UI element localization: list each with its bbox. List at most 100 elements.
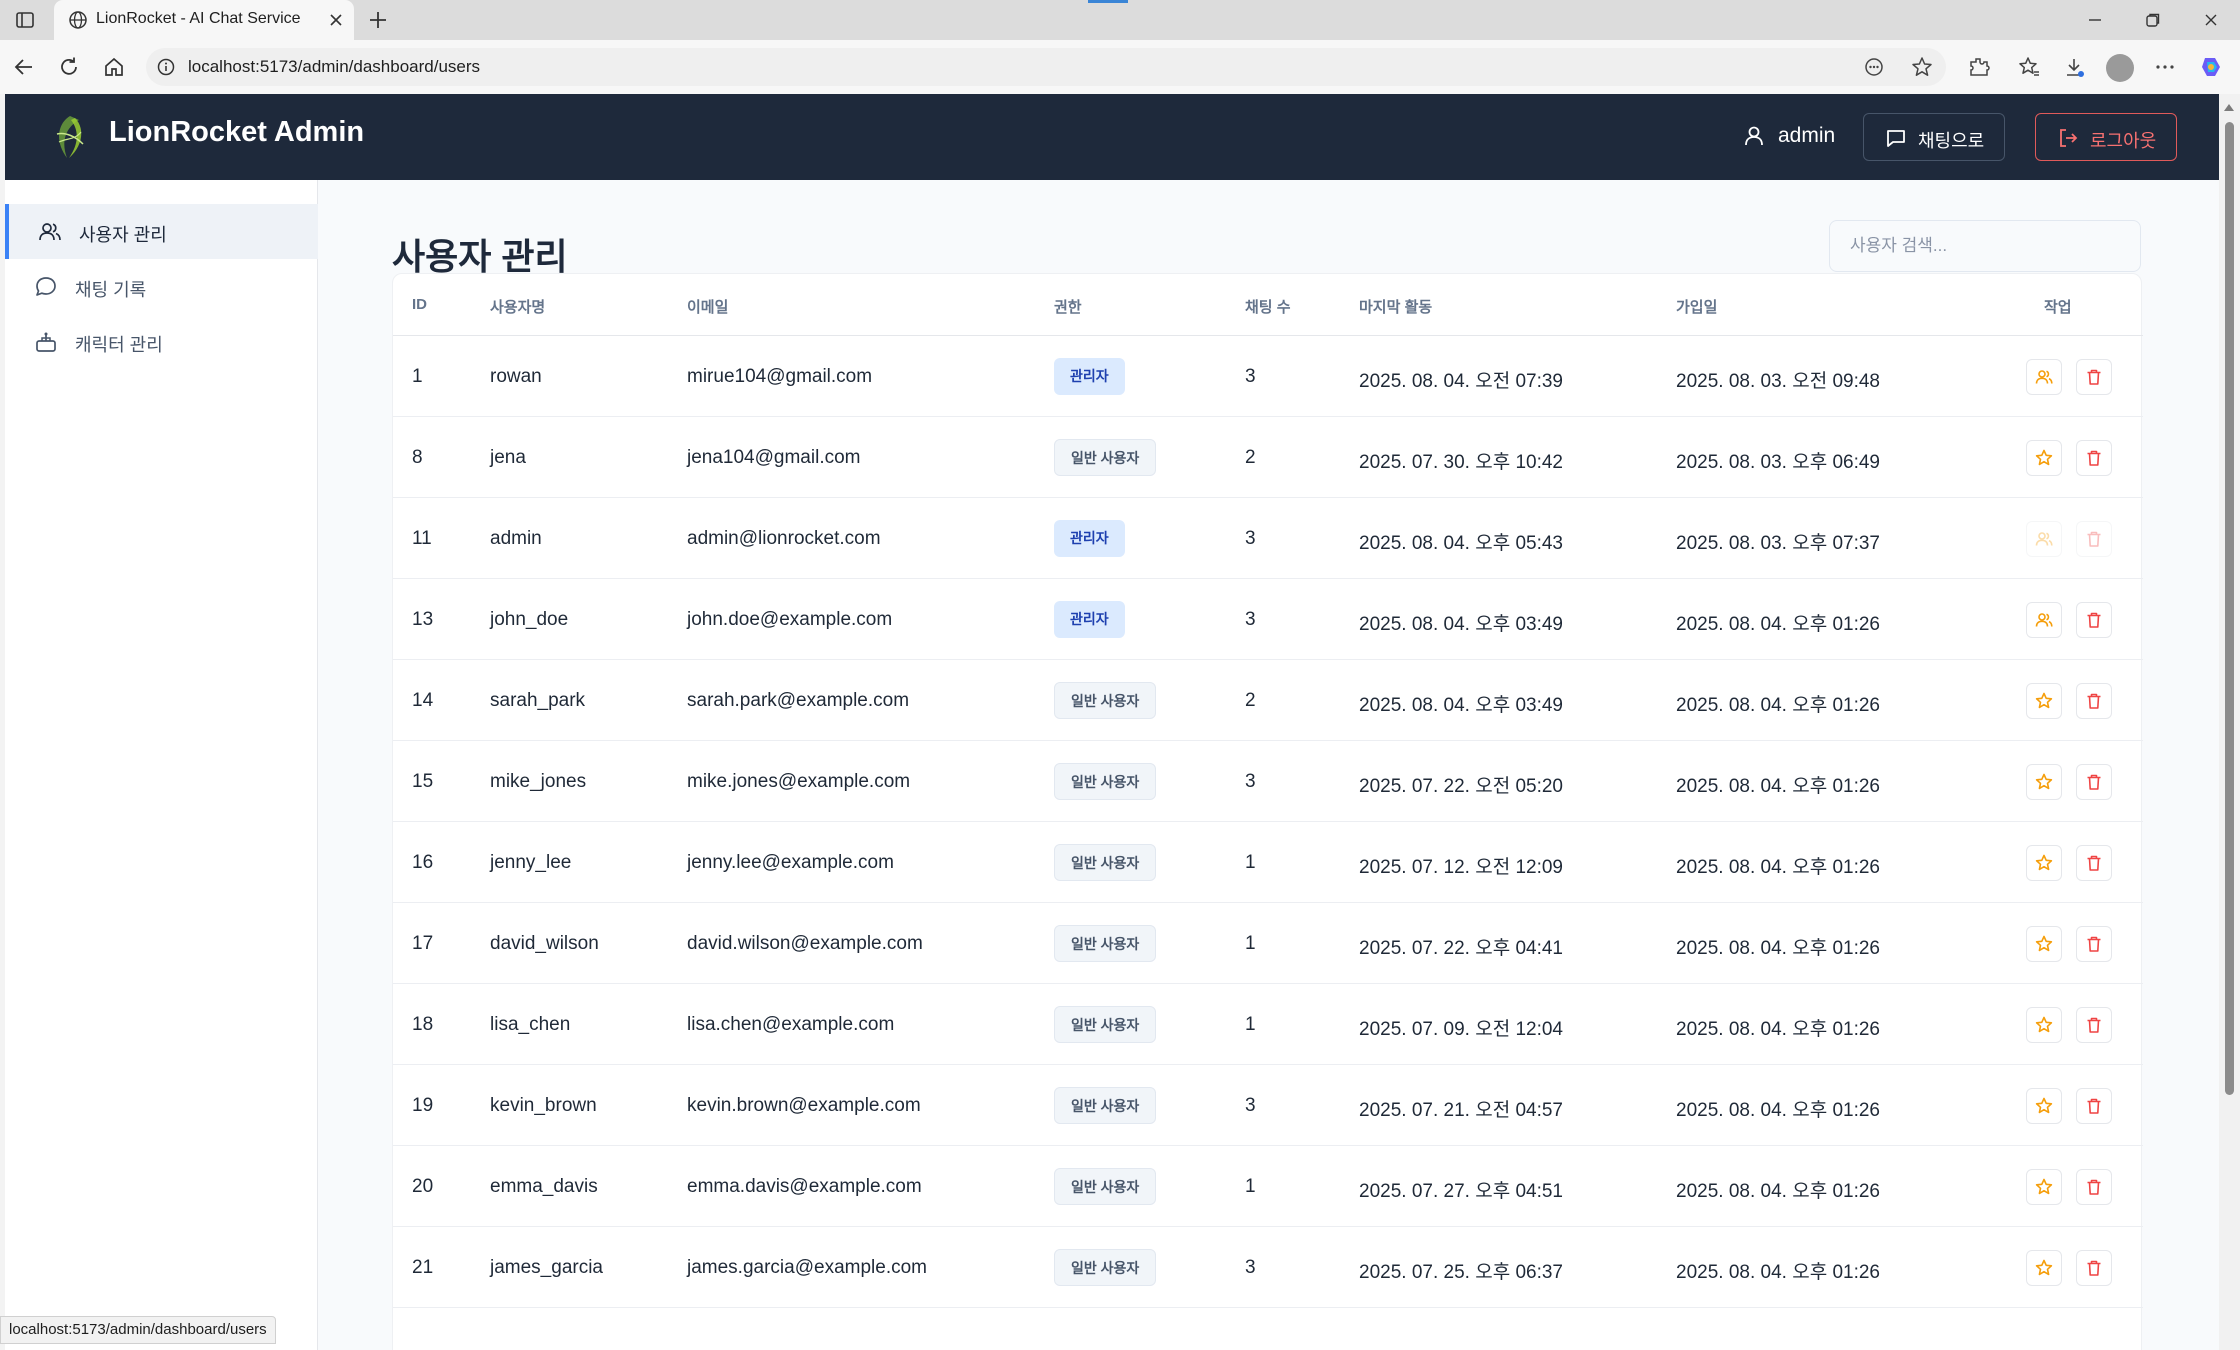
role-badge: 일반 사용자	[1054, 925, 1157, 962]
grant-admin-button[interactable]	[2026, 1007, 2062, 1043]
table-row: 15 mike_jones mike.jones@example.com 일반 사용자…	[393, 741, 2143, 822]
cell-email: john.doe@example.com	[687, 609, 893, 630]
favorite-star-icon[interactable]	[1910, 55, 1934, 79]
delete-user-button[interactable]	[2076, 359, 2112, 395]
cell-joined: 2025. 08. 03. 오후 07:37	[1676, 533, 1880, 554]
trash-icon	[2084, 529, 2104, 549]
role-badge: 일반 사용자	[1054, 1006, 1157, 1043]
scroll-up-arrow[interactable]	[2224, 104, 2234, 111]
cell-username: jena	[490, 447, 526, 468]
cell-username: emma_davis	[490, 1176, 598, 1197]
delete-user-button[interactable]	[2076, 683, 2112, 719]
role-badge: 일반 사용자	[1054, 439, 1157, 476]
users-table: ID 사용자명 이메일 권한 채팅 수 마지막 활동 가입일 작업 1 rowan…	[392, 273, 2143, 1350]
home-icon[interactable]	[100, 53, 128, 81]
star-icon	[2034, 1258, 2054, 1278]
grant-admin-button[interactable]	[2026, 440, 2062, 476]
go-to-chat-button[interactable]: 채팅으로	[1863, 113, 2005, 161]
sidebar-item-chat-history[interactable]: 채팅 기록	[5, 259, 318, 314]
grant-admin-button[interactable]	[2026, 764, 2062, 800]
grant-admin-button[interactable]	[2026, 845, 2062, 881]
table-row: 1 rowan mirue104@gmail.com 관리자 3 2025. 08. 04…	[393, 336, 2143, 417]
url-field[interactable]: localhost:5173/admin/dashboard/users	[146, 48, 1946, 86]
cell-joined: 2025. 08. 03. 오후 06:49	[1676, 452, 1880, 473]
page-scrollbar[interactable]	[2219, 94, 2240, 1350]
revoke-admin-button[interactable]	[2026, 359, 2062, 395]
delete-user-button[interactable]	[2076, 1250, 2112, 1286]
star-icon	[2034, 772, 2054, 792]
link-status-bar: localhost:5173/admin/dashboard/users	[0, 1316, 276, 1344]
browser-tab-bar: LionRocket - AI Chat Service	[0, 0, 2240, 40]
delete-user-button[interactable]	[2076, 440, 2112, 476]
app-header: LionRocket Admin admin 채팅으로 로그아웃	[5, 94, 2219, 180]
trash-icon	[2084, 610, 2104, 630]
delete-user-button[interactable]	[2076, 1169, 2112, 1205]
browser-tab[interactable]: LionRocket - AI Chat Service	[54, 0, 354, 40]
grant-admin-button[interactable]	[2026, 683, 2062, 719]
star-icon	[2034, 934, 2054, 954]
downloads-icon[interactable]	[2061, 54, 2087, 80]
logout-button[interactable]: 로그아웃	[2035, 113, 2177, 161]
window-close-icon[interactable]	[2188, 6, 2234, 34]
cell-id: 18	[412, 1014, 434, 1035]
cell-last-active: 2025. 07. 09. 오전 12:04	[1359, 1019, 1563, 1040]
delete-user-button[interactable]	[2076, 1007, 2112, 1043]
cell-id: 1	[412, 366, 423, 387]
restore-icon[interactable]	[2130, 6, 2176, 34]
cell-last-active: 2025. 07. 22. 오후 04:41	[1359, 938, 1563, 959]
delete-user-button[interactable]	[2076, 764, 2112, 800]
cell-username: rowan	[490, 366, 542, 387]
cell-username: kevin_brown	[490, 1095, 597, 1116]
scroll-thumb[interactable]	[2225, 122, 2234, 1095]
user-search-input[interactable]	[1829, 220, 2141, 272]
delete-user-button[interactable]	[2076, 926, 2112, 962]
cell-joined: 2025. 08. 04. 오후 01:26	[1676, 857, 1880, 878]
cell-chat-count: 1	[1245, 1176, 1256, 1197]
cell-chat-count: 3	[1245, 528, 1256, 549]
cell-email: admin@lionrocket.com	[687, 528, 881, 549]
revoke-admin-button	[2026, 521, 2062, 557]
delete-user-button[interactable]	[2076, 1088, 2112, 1124]
table-row: 21 james_garcia james.garcia@example.com 일반…	[393, 1227, 2143, 1308]
trash-icon	[2084, 772, 2104, 792]
cell-joined: 2025. 08. 04. 오후 01:26	[1676, 776, 1880, 797]
column-header-email: 이메일	[687, 299, 729, 316]
bot-icon	[33, 329, 59, 355]
copilot-icon[interactable]	[2198, 54, 2224, 80]
tab-actions-icon[interactable]	[14, 9, 36, 31]
sidebar-item-label: 채팅 기록	[75, 280, 147, 300]
extensions-icon[interactable]	[1966, 54, 1992, 80]
profile-avatar[interactable]	[2106, 54, 2134, 82]
grant-admin-button[interactable]	[2026, 1169, 2062, 1205]
new-tab-icon[interactable]	[366, 8, 390, 32]
back-icon[interactable]	[10, 53, 38, 81]
tab-close-icon[interactable]	[326, 10, 346, 30]
cell-username: lisa_chen	[490, 1014, 571, 1035]
reload-icon[interactable]	[55, 53, 83, 81]
minimize-icon[interactable]	[2072, 6, 2118, 34]
trash-icon	[2084, 367, 2104, 387]
cell-id: 8	[412, 447, 423, 468]
cell-email: david.wilson@example.com	[687, 933, 923, 954]
trash-icon	[2084, 1177, 2104, 1197]
sidebar-item-users[interactable]: 사용자 관리	[5, 204, 318, 259]
cell-last-active: 2025. 08. 04. 오후 05:43	[1359, 533, 1563, 554]
delete-user-button[interactable]	[2076, 602, 2112, 638]
table-row: 20 emma_davis emma.davis@example.com 일반 사용자…	[393, 1146, 2143, 1227]
grant-admin-button[interactable]	[2026, 1250, 2062, 1286]
favorites-icon[interactable]	[2016, 54, 2042, 80]
cell-id: 21	[412, 1257, 434, 1278]
more-icon[interactable]	[2152, 54, 2178, 80]
grant-admin-button[interactable]	[2026, 926, 2062, 962]
grant-admin-button[interactable]	[2026, 1088, 2062, 1124]
delete-user-button[interactable]	[2076, 845, 2112, 881]
user-icon	[1741, 123, 1767, 149]
cell-username: james_garcia	[490, 1257, 603, 1278]
sidebar-item-characters[interactable]: 캐릭터 관리	[5, 314, 318, 369]
revoke-admin-button[interactable]	[2026, 602, 2062, 638]
users-icon	[2034, 529, 2054, 549]
cell-chat-count: 3	[1245, 366, 1256, 387]
role-badge: 일반 사용자	[1054, 844, 1157, 881]
reading-mode-icon[interactable]	[1862, 55, 1886, 79]
site-info-icon[interactable]	[156, 57, 176, 77]
